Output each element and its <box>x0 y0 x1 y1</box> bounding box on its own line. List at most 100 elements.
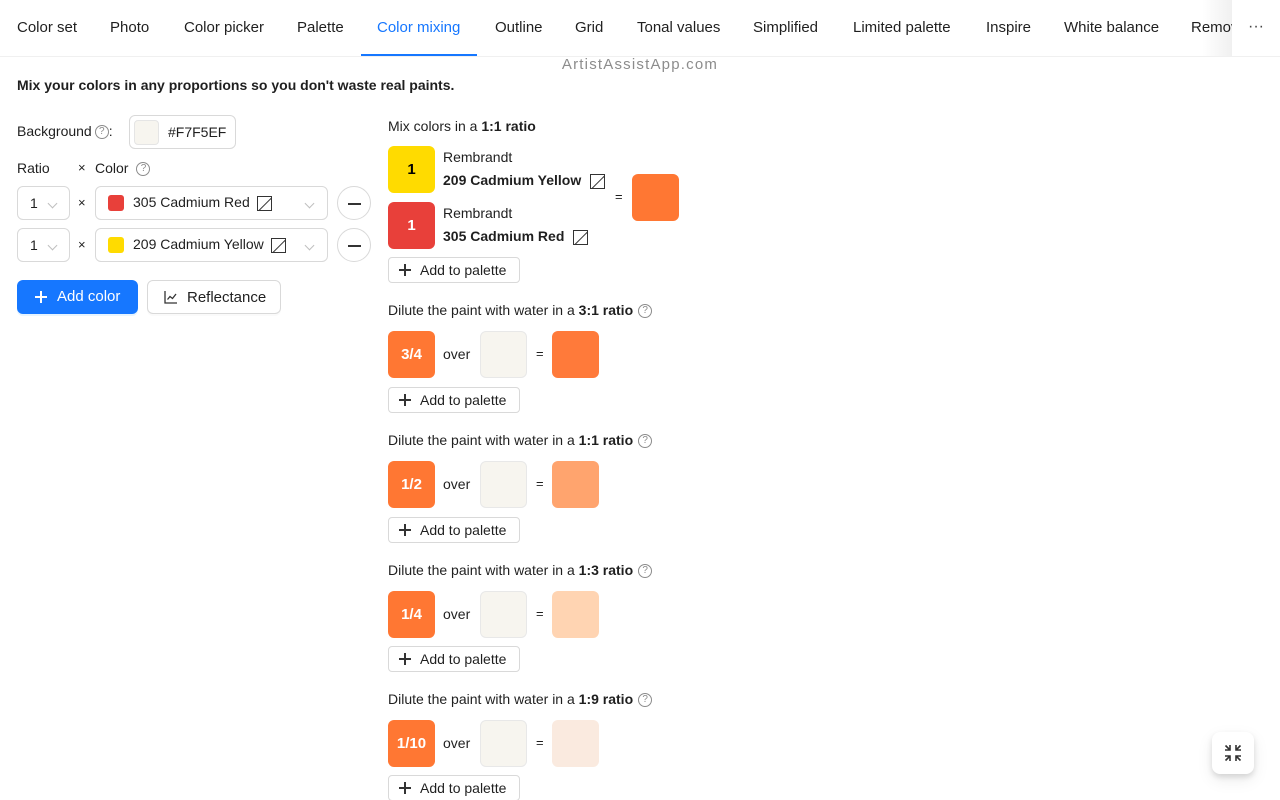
background-color-picker[interactable]: #F7F5EF <box>129 115 236 149</box>
add-to-palette-button[interactable]: Add to palette <box>388 775 520 800</box>
paint-name: 209 Cadmium Yellow <box>443 172 582 188</box>
question-circle-icon[interactable]: ? <box>638 693 653 708</box>
paint-name: 305 Cadmium Red <box>443 228 565 244</box>
plus-icon <box>399 524 411 536</box>
color-swatch <box>108 195 124 211</box>
ratio-select[interactable]: 1 <box>17 228 70 262</box>
chevron-down-icon <box>304 198 315 209</box>
tab-bar: Color set Photo Color picker Palette Col… <box>0 0 1280 57</box>
add-to-palette-button[interactable]: Add to palette <box>388 517 520 543</box>
dilution-result-swatch <box>552 720 599 767</box>
add-to-palette-label: Add to palette <box>420 651 507 667</box>
tab-color-mixing[interactable]: Color mixing <box>377 0 460 56</box>
dilution-heading-text: Dilute the paint with water in a <box>388 691 579 707</box>
tab-color-set[interactable]: Color set <box>17 0 77 56</box>
tab-limited-palette[interactable]: Limited palette <box>853 0 951 56</box>
tab-outline[interactable]: Outline <box>495 0 543 56</box>
site-watermark: ArtistAssistApp.com <box>561 56 719 73</box>
add-to-palette-label: Add to palette <box>420 780 507 796</box>
mix-heading-text: Mix colors in a <box>388 118 482 134</box>
plus-icon <box>399 394 411 406</box>
question-circle-icon[interactable]: ? <box>136 162 151 177</box>
color-label: Color <box>95 160 129 176</box>
equals-sign: = <box>536 606 544 621</box>
dilution-ratio: 1:9 ratio <box>578 691 634 707</box>
plus-icon <box>35 291 47 303</box>
reflectance-label: Reflectance <box>187 289 267 306</box>
color-swatch <box>108 237 124 253</box>
question-circle-icon[interactable]: ? <box>94 125 109 140</box>
tab-color-picker[interactable]: Color picker <box>184 0 264 56</box>
over-text: over <box>443 346 471 362</box>
tab-list: Color set Photo Color picker Palette Col… <box>0 0 1232 56</box>
question-circle-icon[interactable]: ? <box>638 434 653 449</box>
dilution-heading-text: Dilute the paint with water in a <box>388 302 579 318</box>
background-tile <box>480 720 527 767</box>
paint-name-group: 209 Cadmium Yellow <box>443 172 606 189</box>
mix-heading-ratio: 1:1 ratio <box>481 118 536 134</box>
mix-result-swatch <box>632 174 679 221</box>
plus-icon <box>399 782 411 794</box>
fraction-tile: 3/4 <box>388 331 435 378</box>
opacity-square-icon <box>590 173 606 189</box>
line-chart-icon <box>164 291 177 304</box>
plus-icon <box>399 653 411 665</box>
plus-icon <box>399 264 411 276</box>
fraction-tile: 1/4 <box>388 591 435 638</box>
dilution-heading: Dilute the paint with water in a 1:1 rat… <box>388 432 653 449</box>
paint-name-group: 305 Cadmium Red <box>443 228 589 245</box>
color-select[interactable]: 209 Cadmium Yellow <box>95 228 328 262</box>
background-label-group: Background?: <box>17 123 113 140</box>
add-to-palette-button[interactable]: Add to palette <box>388 387 520 413</box>
dilution-result-swatch <box>552 331 599 378</box>
ratio-value: 1 <box>30 237 38 253</box>
equals-sign: = <box>536 346 544 361</box>
tab-tonal-values[interactable]: Tonal values <box>637 0 720 56</box>
over-text: over <box>443 476 471 492</box>
add-to-palette-button[interactable]: Add to palette <box>388 646 520 672</box>
ratio-value: 1 <box>30 195 38 211</box>
color-select[interactable]: 305 Cadmium Red <box>95 186 328 220</box>
color-name-group: 305 Cadmium Red <box>133 194 272 211</box>
dilution-heading: Dilute the paint with water in a 1:3 rat… <box>388 562 653 579</box>
paint-parts-tile: 1 <box>388 202 435 249</box>
mix-heading: Mix colors in a 1:1 ratio <box>388 118 536 134</box>
dilution-heading: Dilute the paint with water in a 3:1 rat… <box>388 302 653 319</box>
background-tile <box>480 591 527 638</box>
tabs-overflow-shadow <box>1202 0 1232 56</box>
question-circle-icon[interactable]: ? <box>638 304 653 319</box>
opacity-square-icon <box>270 237 286 253</box>
tab-palette[interactable]: Palette <box>297 0 344 56</box>
chevron-down-icon <box>304 240 315 251</box>
dilution-heading-text: Dilute the paint with water in a <box>388 562 579 578</box>
reflectance-button[interactable]: Reflectance <box>147 280 281 314</box>
dilution-result-swatch <box>552 591 599 638</box>
equals-sign: = <box>615 189 623 204</box>
tab-photo[interactable]: Photo <box>110 0 149 56</box>
remove-color-button[interactable] <box>337 186 371 220</box>
color-name: 305 Cadmium Red <box>133 194 250 210</box>
fullscreen-exit-icon <box>1224 744 1242 762</box>
over-text: over <box>443 735 471 751</box>
tab-white-balance[interactable]: White balance <box>1064 0 1159 56</box>
tab-simplified[interactable]: Simplified <box>753 0 818 56</box>
ratio-label: Ratio <box>17 160 50 176</box>
ellipsis-icon[interactable]: ··· <box>1232 0 1280 56</box>
chevron-down-icon <box>47 240 58 251</box>
tab-grid[interactable]: Grid <box>575 0 603 56</box>
add-to-palette-label: Add to palette <box>420 392 507 408</box>
add-to-palette-button[interactable]: Add to palette <box>388 257 520 283</box>
background-swatch <box>134 120 159 145</box>
fullscreen-exit-button[interactable] <box>1212 732 1254 774</box>
color-name-group: 209 Cadmium Yellow <box>133 236 286 253</box>
remove-color-button[interactable] <box>337 228 371 262</box>
equals-sign: = <box>536 735 544 750</box>
color-label-group: Color? <box>95 160 151 177</box>
times-sign: × <box>78 237 86 252</box>
fraction-tile: 1/10 <box>388 720 435 767</box>
tab-inspire[interactable]: Inspire <box>986 0 1031 56</box>
question-circle-icon[interactable]: ? <box>638 564 653 579</box>
add-color-button[interactable]: Add color <box>17 280 138 314</box>
ratio-select[interactable]: 1 <box>17 186 70 220</box>
fraction-tile: 1/2 <box>388 461 435 508</box>
